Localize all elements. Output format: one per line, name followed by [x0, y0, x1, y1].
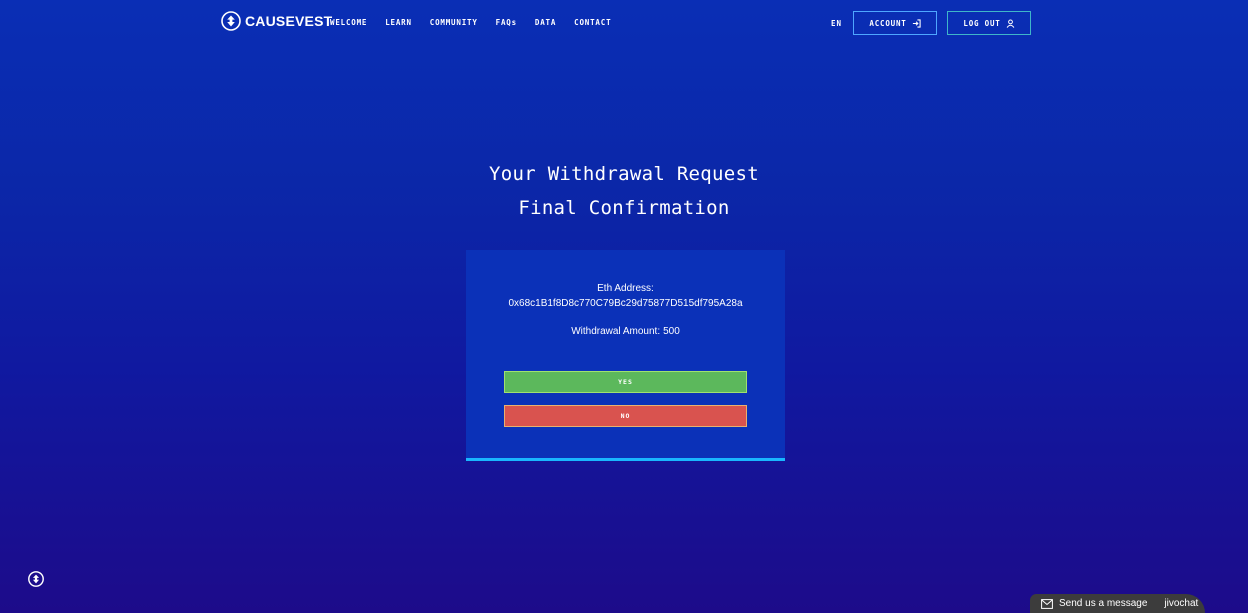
logo-text: CAUSEVEST: [245, 13, 333, 29]
withdrawal-amount: Withdrawal Amount: 500: [466, 326, 785, 337]
nav-learn[interactable]: LEARN: [385, 18, 412, 27]
eth-address-value: 0x68c1B1f8D8c770C79Bc29d75877D515df795A2…: [508, 298, 743, 309]
top-navigation-bar: CAUSEVEST WELCOME LEARN COMMUNITY FAQs D…: [0, 0, 1248, 46]
page-title: Your Withdrawal Request Final Confirmati…: [0, 157, 1248, 225]
account-button-label: ACCOUNT: [869, 18, 907, 28]
causevest-logo-icon: [221, 11, 241, 31]
envelope-icon: [1041, 598, 1053, 609]
account-button[interactable]: ACCOUNT: [853, 11, 937, 35]
causevest-badge-icon[interactable]: [28, 571, 44, 587]
chat-brand: jivochat: [1164, 598, 1199, 609]
nav-welcome[interactable]: WELCOME: [330, 18, 367, 27]
withdrawal-amount-label: Withdrawal Amount:: [571, 326, 661, 337]
sign-in-icon: [912, 18, 921, 28]
nav-data[interactable]: DATA: [535, 18, 556, 27]
main-nav: WELCOME LEARN COMMUNITY FAQs DATA CONTAC…: [330, 18, 629, 27]
no-button[interactable]: NO: [504, 405, 747, 427]
language-selector[interactable]: EN: [831, 19, 842, 28]
yes-button[interactable]: YES: [504, 371, 747, 393]
confirmation-card: Eth Address: 0x68c1B1f8D8c770C79Bc29d758…: [466, 250, 785, 461]
user-icon: [1006, 18, 1015, 28]
chat-send-label: Send us a message: [1059, 598, 1148, 609]
page-title-line-1: Your Withdrawal Request: [489, 163, 759, 185]
nav-contact[interactable]: CONTACT: [574, 18, 611, 27]
eth-address-label: Eth Address:: [597, 283, 654, 294]
logout-button-label: LOG OUT: [963, 18, 1001, 28]
nav-community[interactable]: COMMUNITY: [430, 18, 478, 27]
withdrawal-amount-value: 500: [663, 326, 680, 337]
page-title-line-2: Final Confirmation: [518, 197, 730, 219]
nav-faqs[interactable]: FAQs: [496, 18, 517, 27]
logout-button[interactable]: LOG OUT: [947, 11, 1031, 35]
causevest-logo[interactable]: CAUSEVEST: [221, 11, 332, 31]
chat-widget[interactable]: Send us a message jivochat: [1030, 594, 1205, 613]
